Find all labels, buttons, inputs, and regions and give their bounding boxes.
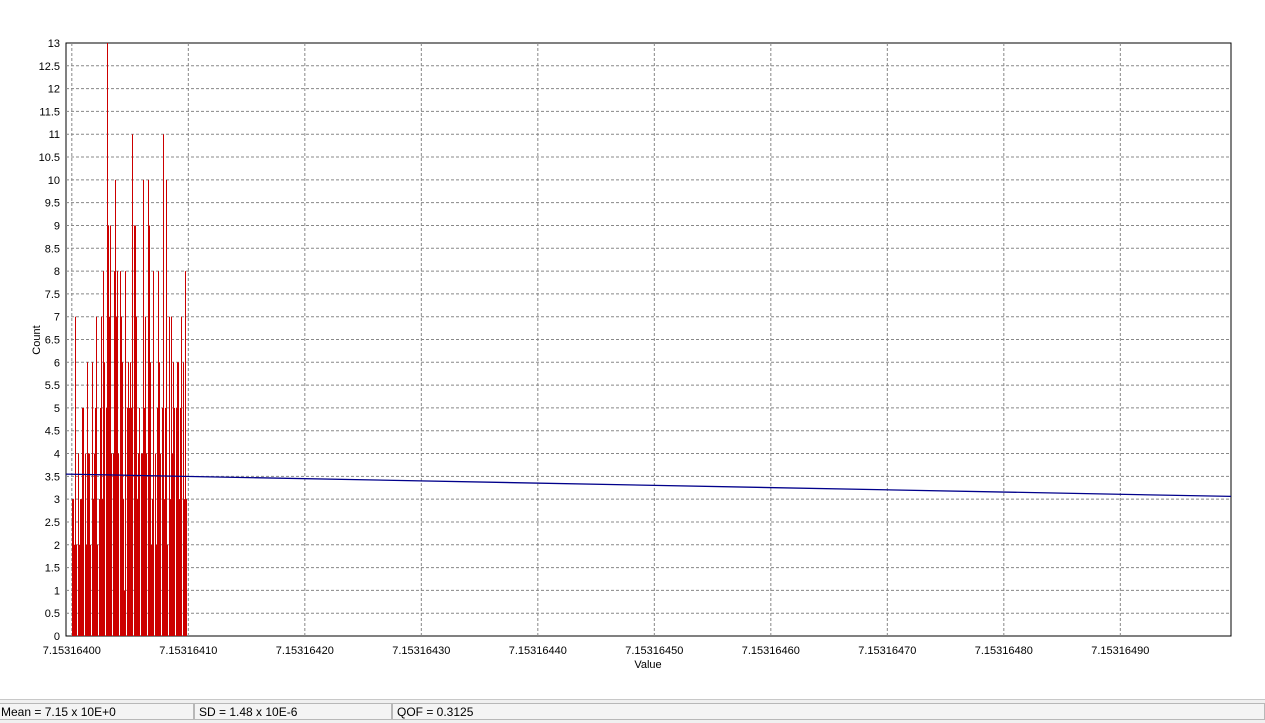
y-tick-label: 12: [48, 84, 60, 96]
x-tick-label: 7.15316430: [392, 645, 450, 657]
x-tick-label: 7.15316470: [858, 645, 916, 657]
y-tick-label: 2.5: [45, 517, 60, 529]
x-tick-label: 7.15316440: [509, 645, 567, 657]
x-tick-label: 7.15316460: [742, 645, 800, 657]
y-tick-label: 3.5: [45, 471, 60, 483]
y-tick-label: 6.5: [45, 335, 60, 347]
y-tick-label: 9.5: [45, 198, 60, 210]
y-tick-label: 7: [54, 312, 60, 324]
y-tick-label: 5: [54, 403, 60, 415]
y-tick-label: 1: [54, 585, 60, 597]
x-tick-label: 7.15316400: [43, 645, 101, 657]
status-qof: QOF = 0.3125: [392, 703, 1265, 720]
x-axis-title: Value: [634, 659, 661, 671]
y-tick-label: 4.5: [45, 426, 60, 438]
y-tick-label: 8: [54, 266, 60, 278]
y-tick-label: 0.5: [45, 608, 60, 620]
x-tick-label: 7.15316420: [276, 645, 334, 657]
y-tick-label: 12.5: [39, 61, 60, 73]
y-tick-label: 10.5: [39, 152, 60, 164]
histogram-chart: 00.511.522.533.544.555.566.577.588.599.5…: [31, 38, 1232, 671]
y-tick-label: 7.5: [45, 289, 60, 301]
y-tick-label: 3: [54, 494, 60, 506]
status-mean: Mean = 7.15 x 10E+0: [0, 703, 194, 720]
y-tick-label: 8.5: [45, 243, 60, 255]
y-tick-label: 13: [48, 38, 60, 50]
y-tick-label: 6: [54, 357, 60, 369]
y-tick-label: 11: [49, 129, 60, 141]
x-tick-label: 7.15316490: [1091, 645, 1149, 657]
y-tick-label: 10: [48, 175, 60, 187]
x-tick-label: 7.15316480: [975, 645, 1033, 657]
y-axis-title: Count: [31, 325, 43, 354]
y-tick-label: 4: [54, 449, 60, 461]
x-tick-label: 7.15316450: [625, 645, 683, 657]
status-sd: SD = 1.48 x 10E-6: [194, 703, 392, 720]
y-tick-label: 2: [54, 540, 60, 552]
x-tick-label: 7.15316410: [159, 645, 217, 657]
y-tick-label: 11.5: [39, 106, 60, 118]
y-tick-label: 9: [54, 220, 60, 232]
y-tick-label: 0: [54, 631, 60, 643]
status-bar: Mean = 7.15 x 10E+0 SD = 1.48 x 10E-6 QO…: [0, 699, 1265, 723]
y-tick-label: 5.5: [45, 380, 60, 392]
y-tick-label: 1.5: [45, 563, 60, 575]
x-tick-labels: 7.15316400 7.15316410 7.15316420 7.15316430…: [43, 645, 1150, 657]
